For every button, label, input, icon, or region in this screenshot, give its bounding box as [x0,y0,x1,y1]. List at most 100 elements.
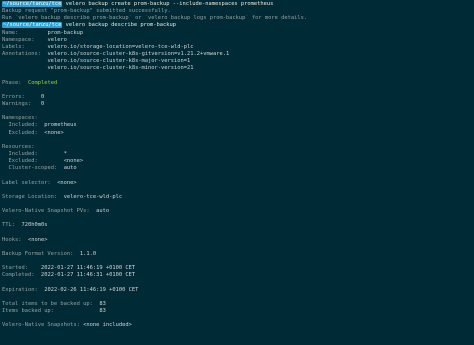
started-value: 2022-01-27 11:46:19 +0100 CET [40,265,136,272]
annotations-label: Annotations: [2,50,41,57]
annotation-value: velero.io/source-cluster-k8s-major-versi… [47,58,191,65]
output-line: Run `velero backup describe prom-backup`… [2,15,308,22]
res-included-row: Included: * [2,151,474,158]
completed-label: Completed: [2,272,35,279]
namespace-row: Namespace: velero [2,37,474,44]
ns-excluded-label: Excluded: [8,129,38,136]
items-backed-row: Items backed up: 83 [2,308,474,315]
namespace-label: Namespace: [2,36,35,43]
res-excluded-label: Excluded: [8,158,38,165]
hooks-row: Hooks: <none> [2,237,474,244]
namespaces-header: Namespaces: [2,115,38,122]
terminal-window[interactable]: ~/source/tanzu/tce velero backup create … [2,1,474,345]
warnings-value: 0 [40,100,45,107]
labels-value: velero.io/storage-location=velero-tce-wl… [47,43,194,50]
res-excluded-value: <none> [63,158,84,165]
label-selector-label: Label selector: [2,179,51,186]
phase-row: Phase: Completed [2,80,474,87]
completed-value: 2022-01-27 11:46:31 +0100 CET [40,272,136,279]
ttl-row: TTL: 720h0m0s [2,222,474,229]
started-row: Started: 2022-01-27 11:46:19 +0100 CET [2,265,474,272]
shell-prompt: ~/source/tanzu/tce [2,1,63,7]
storage-location-row: Storage Location: velero-tce-wld-plc [2,194,474,201]
command-line-1: ~/source/tanzu/tce velero backup create … [2,1,474,8]
cluster-scoped-label: Cluster-scoped: [8,165,58,172]
annotations-row: Annotations: velero.io/source-cluster-k8… [2,51,474,58]
res-excluded-row: Excluded: <none> [2,158,474,165]
native-snapshots-value: <none included> [83,322,132,329]
errors-label: Errors: [2,93,25,100]
command-line-2: ~/source/tanzu/tce velero backup describ… [2,22,474,29]
expiration-row: Expiration: 2022-02-26 11:46:19 +0100 CE… [2,287,474,294]
warnings-label: Warnings: [2,100,32,107]
phase-status-value: Completed [27,79,58,86]
name-label: Name: [2,29,19,36]
backup-format-row: Backup Format Version: 1.1.0 [2,251,474,258]
labels-label: Labels: [2,43,25,50]
annotations-row: velero.io/source-cluster-k8s-major-versi… [2,58,474,65]
command-text: velero backup create prom-backup --inclu… [65,1,274,7]
hooks-value: <none> [27,236,48,243]
ns-excluded-value: <none> [44,129,64,136]
phase-label: Phase: [2,79,22,86]
native-snapshots-row: Velero-Native Snapshots: <none included> [2,322,474,329]
ns-included-value: prometheus [44,122,77,129]
shell-prompt: ~/source/tanzu/tce [2,22,63,29]
errors-row: Errors: 0 [2,94,474,101]
label-selector-row: Label selector: <none> [2,180,474,187]
name-row: Name: prom-backup [2,30,474,37]
native-snapshots-label: Velero-Native Snapshots: [2,322,80,329]
resources-header: Resources: [2,143,35,150]
completed-row: Completed: 2022-01-27 11:46:31 +0100 CET [2,272,474,279]
annotation-value: velero.io/source-cluster-k8s-gitversion=… [47,50,230,57]
expiration-label: Expiration: [2,286,38,293]
ttl-value: 720h0m0s [21,222,48,229]
annotations-row: velero.io/source-cluster-k8s-minor-versi… [2,65,474,72]
res-included-value: * [63,150,67,157]
labels-row: Labels: velero.io/storage-location=veler… [2,44,474,51]
ns-included-row: Included: prometheus [2,122,474,129]
cluster-scoped-row: Cluster-scoped: auto [2,165,474,172]
ns-excluded-row: Excluded: <none> [2,130,474,137]
snapshot-pvs-value: auto [96,208,110,215]
backup-format-label: Backup Format Version: [2,250,74,257]
label-selector-value: <none> [57,179,77,186]
annotation-value: velero.io/source-cluster-k8s-minor-versi… [47,65,194,72]
snapshot-pvs-row: Velero-Native Snapshot PVs: auto [2,208,474,215]
total-items-row: Total items to be backed up: 83 [2,301,474,308]
storage-location-label: Storage Location: [2,193,58,200]
output-line: Backup request "prom-backup" submitted s… [2,8,171,15]
total-items-value: 83 [99,300,106,307]
backup-format-value: 1.1.0 [79,250,97,257]
storage-location-value: velero-tce-wld-plc [63,193,123,200]
errors-value: 0 [40,93,45,100]
command-text: velero backup describe prom-backup [65,22,177,29]
expiration-value: 2022-02-26 11:46:19 +0100 CET [44,286,139,293]
total-items-label: Total items to be backed up: [2,300,93,307]
hooks-label: Hooks: [2,236,22,243]
items-backed-label: Items backed up: [2,308,54,315]
snapshot-pvs-label: Velero-Native Snapshot PVs: [2,208,90,215]
ttl-label: TTL: [2,222,15,229]
ns-included-label: Included: [8,122,38,129]
cluster-scoped-value: auto [63,165,77,172]
namespace-value: velero [47,36,67,43]
res-included-label: Included: [8,150,38,157]
warnings-row: Warnings: 0 [2,101,474,108]
name-value: prom-backup [47,29,84,36]
started-label: Started: [2,265,28,272]
items-backed-value: 83 [99,308,106,315]
